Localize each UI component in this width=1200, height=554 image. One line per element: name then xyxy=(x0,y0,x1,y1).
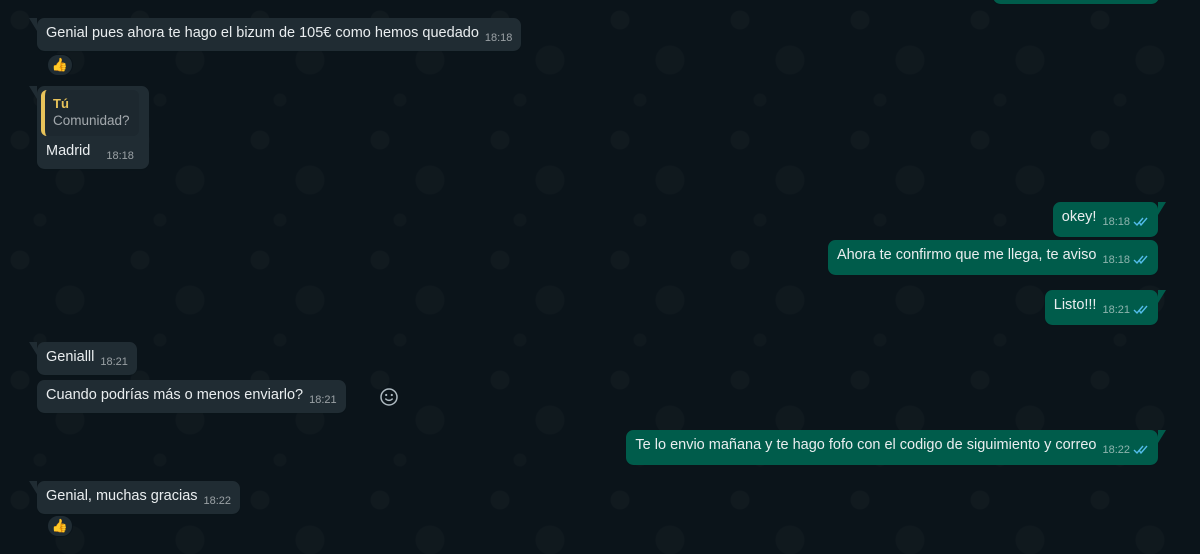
message-bubble-outgoing-partial[interactable] xyxy=(993,0,1159,4)
message-time: 18:21 xyxy=(309,394,337,406)
message-bubble-incoming[interactable]: Genialll 18:21 xyxy=(29,342,137,375)
double-check-icon xyxy=(1133,215,1149,234)
message-text: okey! xyxy=(1061,209,1097,225)
message-time: 18:22 xyxy=(203,495,232,507)
quote-author: Tú xyxy=(53,96,69,111)
message-text: Genial pues ahora te hago el bizum de 10… xyxy=(46,25,479,41)
thumbs-up-icon: 👍 xyxy=(51,57,69,72)
message-time: 18:22 xyxy=(1102,444,1130,456)
message-time: 18:18 xyxy=(106,150,134,162)
smiley-icon[interactable] xyxy=(378,386,400,408)
message-bubble-outgoing[interactable]: Ahora te confirmo que me llega, te aviso… xyxy=(827,240,1158,275)
double-check-icon xyxy=(1133,303,1149,322)
message-text: Madrid xyxy=(46,143,91,159)
message-bubble-outgoing[interactable]: Te lo envio mañana y te hago fofo con el… xyxy=(626,430,1166,465)
message-time: 18:21 xyxy=(100,356,128,368)
message-time: 18:18 xyxy=(1102,216,1130,228)
message-text: Genial, muchas gracias xyxy=(46,488,198,504)
message-text: Listo!!! xyxy=(1053,297,1097,313)
message-bubble-outgoing[interactable]: okey! 18:18 xyxy=(1052,202,1167,237)
message-bubble-incoming-reply[interactable]: Tú Comunidad? Madrid 18:18 xyxy=(29,86,149,169)
message-text: Ahora te confirmo que me llega, te aviso xyxy=(836,247,1097,263)
message-time: 18:18 xyxy=(484,32,513,44)
quote-text: Comunidad? xyxy=(53,113,130,128)
message-text: Cuando podrías más o menos enviarlo? xyxy=(46,387,304,403)
message-bubble-incoming[interactable]: Genial, muchas gracias 18:22 xyxy=(28,481,241,514)
message-reaction[interactable]: 👍 xyxy=(47,54,73,76)
message-bubble-outgoing[interactable]: Listo!!! 18:21 xyxy=(1044,290,1167,325)
thumbs-up-icon: 👍 xyxy=(51,518,69,533)
message-bubble-incoming[interactable]: Genial pues ahora te hago el bizum de 10… xyxy=(28,18,522,51)
double-check-icon xyxy=(1133,443,1149,462)
chat-background: Genial pues ahora te hago el bizum de 10… xyxy=(0,0,1200,554)
message-text: Te lo envio mañana y te hago fofo con el… xyxy=(635,437,1097,453)
message-time: 18:21 xyxy=(1102,304,1130,316)
message-bubble-incoming[interactable]: Cuando podrías más o menos enviarlo? 18:2… xyxy=(37,380,346,413)
double-check-icon xyxy=(1133,253,1149,272)
quoted-message[interactable]: Tú Comunidad? xyxy=(41,90,139,136)
message-reaction[interactable]: 👍 xyxy=(47,515,73,537)
message-time: 18:18 xyxy=(1102,254,1130,266)
message-text: Genialll xyxy=(46,349,95,365)
